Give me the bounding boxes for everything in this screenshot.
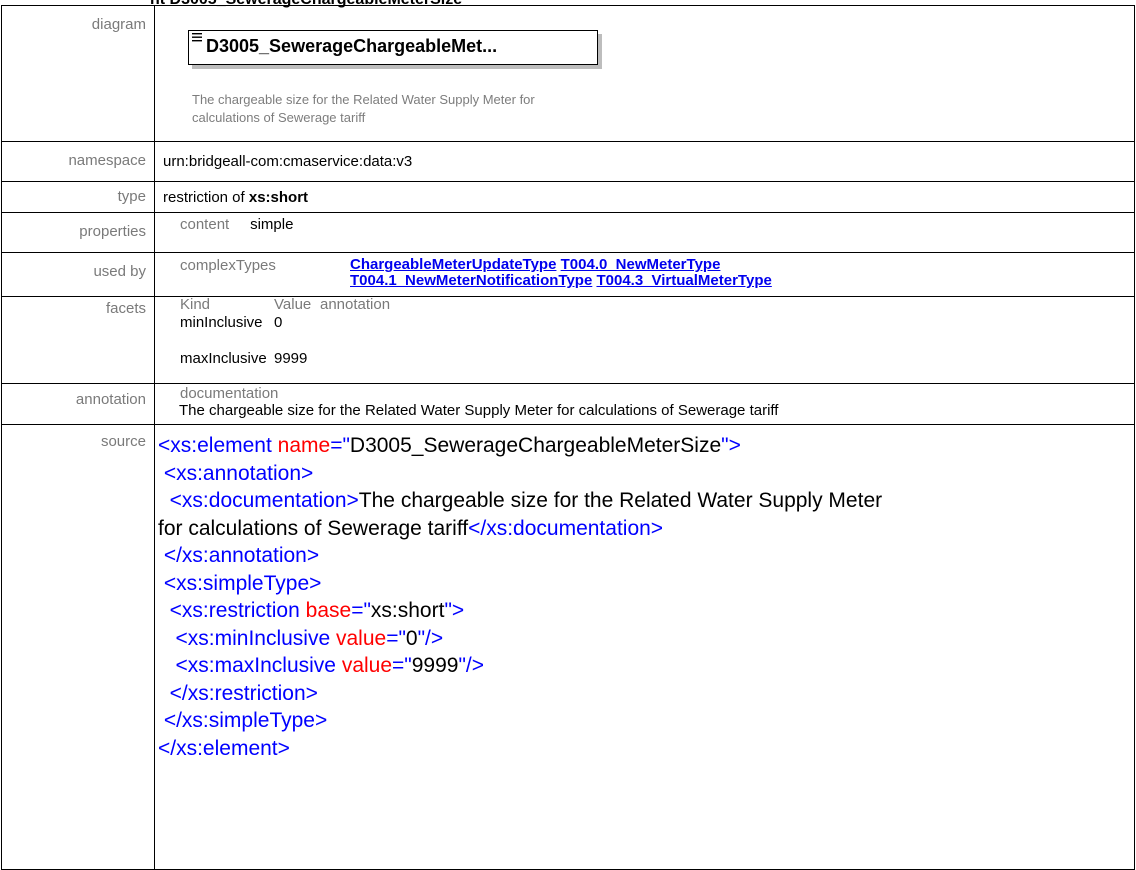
- facets-header-value: Value: [274, 296, 312, 313]
- facet-value: 0: [274, 314, 283, 331]
- properties-key: content: [180, 216, 230, 233]
- element-diagram-box[interactable]: D3005_SewerageChargeableMet...: [188, 30, 598, 65]
- used-by-key: complexTypes: [180, 257, 276, 274]
- annotation-text: The chargeable size for the Related Wate…: [179, 402, 779, 419]
- source-line: </xs:element>: [158, 736, 290, 760]
- properties-value: content simple: [154, 212, 1135, 253]
- source-line: <xs:minInclusive value="0"/>: [158, 626, 444, 650]
- used-by-label: used by: [1, 252, 155, 297]
- type-label: type: [1, 181, 155, 213]
- diagram-cell: D3005_SewerageChargeableMet... The charg…: [154, 5, 1135, 142]
- facets-value: Kind Value annotation minInclusive 0 max…: [154, 296, 1135, 384]
- facet-kind: minInclusive: [180, 314, 263, 331]
- link-t004-3-virtual-meter-type[interactable]: T004.3_VirtualMeterType: [596, 272, 771, 289]
- source-label: source: [1, 424, 155, 870]
- facets-label: facets: [1, 296, 155, 384]
- source-line: <xs:maxInclusive value="9999"/>: [158, 654, 485, 677]
- source-line: </xs:simpleType>: [158, 709, 328, 732]
- diagram-description: The chargeable size for the Related Wate…: [192, 92, 535, 125]
- source-line: <xs:restriction base="xs:short">: [158, 599, 465, 622]
- type-base[interactable]: xs:short: [249, 189, 308, 206]
- used-by-value: complexTypes ChargeableMeterUpdateType T…: [154, 252, 1135, 297]
- properties-content-value: simple: [250, 216, 294, 233]
- facets-header-kind: Kind: [180, 296, 211, 313]
- source-code: <xs:element name="D3005_SewerageChargeab…: [155, 425, 1134, 762]
- source-value: <xs:element name="D3005_SewerageChargeab…: [154, 424, 1135, 870]
- type-prefix: restriction of: [163, 188, 249, 206]
- diagram-element-name: D3005_SewerageChargeableMet...: [206, 36, 498, 56]
- facets-header-annotation: annotation: [320, 296, 391, 313]
- namespace-label: namespace: [1, 141, 155, 182]
- source-line: for calculations of Sewerage tariff</xs:…: [158, 516, 664, 540]
- documentation-table: diagram D3005_SewerageChargeableMet... T…: [1, 5, 1135, 870]
- diagram-label: diagram: [1, 5, 155, 142]
- source-line: </xs:annotation>: [158, 544, 320, 567]
- link-chargeable-meter-update-type[interactable]: ChargeableMeterUpdateType: [350, 256, 556, 273]
- facet-value: 9999: [274, 350, 308, 367]
- link-t004-1-new-meter-notification-type[interactable]: T004.1_NewMeterNotificationType: [350, 272, 592, 289]
- annotation-label: annotation: [1, 383, 155, 425]
- source-line: <xs:documentation>The chargeable size fo…: [158, 489, 883, 512]
- type-value: restriction of xs:short: [154, 181, 1135, 213]
- element-icon: [192, 33, 202, 45]
- namespace-value: urn:bridgeall-com:cmaservice:data:v3: [154, 141, 1135, 182]
- source-line: <xs:simpleType>: [158, 571, 322, 595]
- annotation-value: documentation The chargeable size for th…: [154, 383, 1135, 425]
- source-line: <xs:element name="D3005_SewerageChargeab…: [158, 434, 741, 457]
- properties-label: properties: [1, 212, 155, 253]
- link-t004-0-new-meter-type[interactable]: T004.0_NewMeterType: [561, 256, 721, 273]
- source-line: <xs:annotation>: [158, 461, 314, 485]
- source-line: </xs:restriction>: [158, 681, 318, 705]
- facet-kind: maxInclusive: [180, 350, 267, 367]
- annotation-key: documentation: [180, 385, 279, 402]
